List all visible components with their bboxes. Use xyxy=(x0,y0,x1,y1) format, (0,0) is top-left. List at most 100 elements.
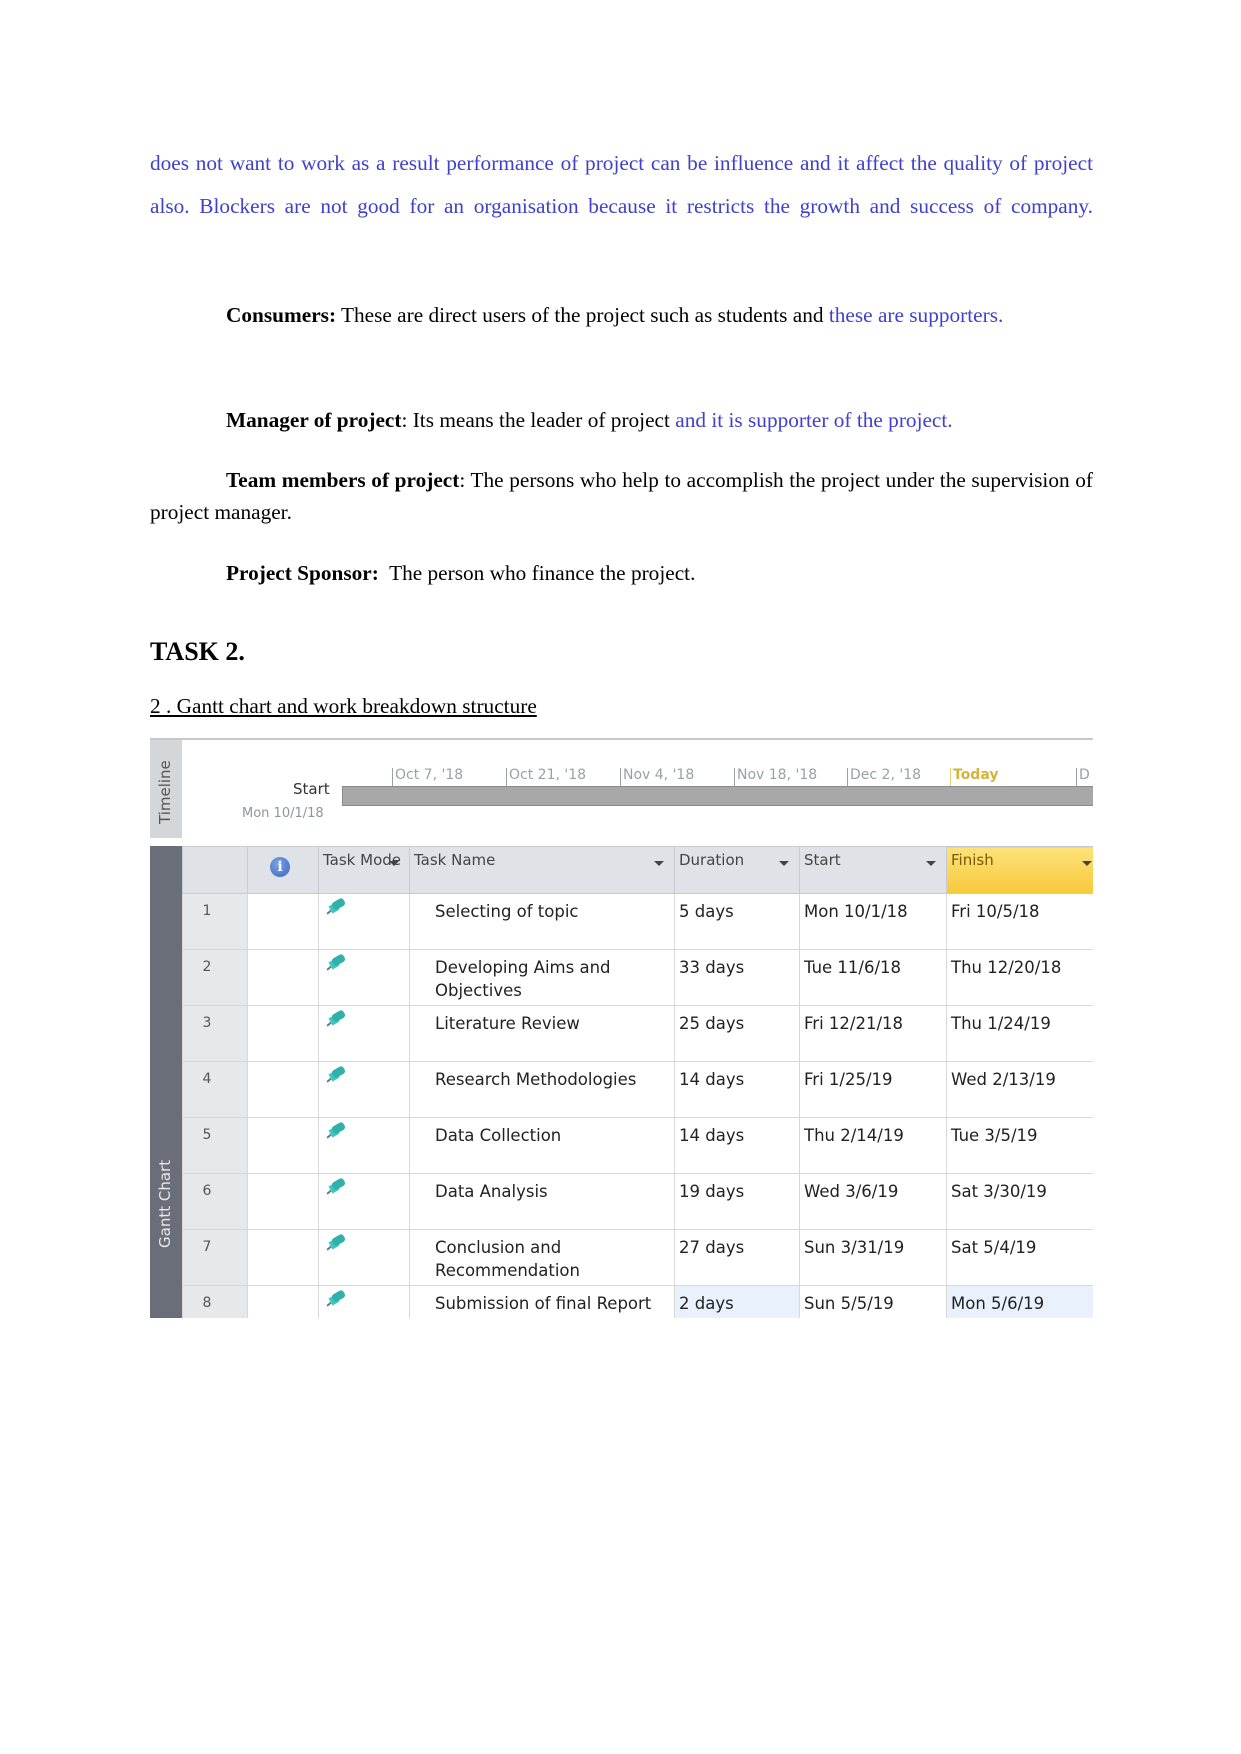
paragraph-team: Team members of project: The persons who… xyxy=(150,464,1093,528)
row-number[interactable]: 8 xyxy=(182,1285,248,1318)
column-label: Start xyxy=(804,851,841,869)
pushpin-icon xyxy=(325,897,347,918)
table-row[interactable]: 1 Selecting of topic 5 days Mon 10/1/18 … xyxy=(182,893,1093,950)
timeline-tick: Nov 18, '18 xyxy=(734,768,817,786)
start-cell[interactable]: Thu 2/14/19 xyxy=(799,1117,947,1174)
task-name-header[interactable]: Task Name xyxy=(409,846,675,894)
task-mode-cell[interactable] xyxy=(318,1285,410,1318)
table-row[interactable]: 2 Developing Aims and Objectives 33 days… xyxy=(182,949,1093,1006)
task-mode-cell[interactable] xyxy=(318,1173,410,1230)
row-number[interactable]: 4 xyxy=(182,1061,248,1118)
table-row[interactable]: 8 Submission of final Report 2 days Sun … xyxy=(182,1285,1093,1318)
task-name-cell[interactable]: Data Collection xyxy=(409,1117,675,1174)
info-icon: i xyxy=(270,857,290,877)
finish-cell[interactable]: Thu 12/20/18 xyxy=(946,949,1093,1006)
finish-cell[interactable]: Sat 3/30/19 xyxy=(946,1173,1093,1230)
timeline-side-label: Timeline xyxy=(156,760,174,824)
indicator-cell[interactable] xyxy=(247,1117,319,1174)
highlight-text: and it is supporter of the project. xyxy=(675,408,953,432)
finish-header[interactable]: Finish xyxy=(946,846,1093,894)
duration-cell[interactable]: 14 days xyxy=(674,1117,800,1174)
table-row[interactable]: 3 Literature Review 25 days Fri 12/21/18… xyxy=(182,1005,1093,1062)
table-row[interactable]: 7 Conclusion and Recommendation 27 days … xyxy=(182,1229,1093,1286)
timeline-start-label: Start xyxy=(293,780,330,798)
paragraph-consumers: Consumers: These are direct users of the… xyxy=(150,294,1093,337)
chevron-down-icon[interactable] xyxy=(926,861,936,866)
start-header[interactable]: Start xyxy=(799,846,947,894)
chevron-down-icon[interactable] xyxy=(389,861,399,866)
finish-cell[interactable]: Wed 2/13/19 xyxy=(946,1061,1093,1118)
duration-header[interactable]: Duration xyxy=(674,846,800,894)
table-row[interactable]: 4 Research Methodologies 14 days Fri 1/2… xyxy=(182,1061,1093,1118)
timeline-tick: Nov 4, '18 xyxy=(620,768,694,786)
finish-cell[interactable]: Thu 1/24/19 xyxy=(946,1005,1093,1062)
timeline-today-marker: Today xyxy=(950,768,998,786)
gantt-grid: Gantt Chart i Task Mode Task Name Durati… xyxy=(150,846,1093,1318)
chevron-down-icon[interactable] xyxy=(654,861,664,866)
indicator-cell[interactable] xyxy=(247,1229,319,1286)
pushpin-icon xyxy=(325,1065,347,1086)
indicator-cell[interactable] xyxy=(247,1285,319,1318)
start-cell[interactable]: Sun 3/31/19 xyxy=(799,1229,947,1286)
timeline-tick: Oct 21, '18 xyxy=(506,768,586,786)
start-cell[interactable]: Mon 10/1/18 xyxy=(799,893,947,950)
task-mode-cell[interactable] xyxy=(318,949,410,1006)
row-number[interactable]: 1 xyxy=(182,893,248,950)
row-number[interactable]: 5 xyxy=(182,1117,248,1174)
task-name-cell[interactable]: Selecting of topic xyxy=(409,893,675,950)
task-name-cell[interactable]: Data Analysis xyxy=(409,1173,675,1230)
task-name-cell[interactable]: Conclusion and Recommendation xyxy=(409,1229,675,1286)
indicator-cell[interactable] xyxy=(247,1061,319,1118)
duration-cell[interactable]: 2 days xyxy=(674,1285,800,1318)
term-consumers: Consumers: xyxy=(226,303,337,327)
task-mode-cell[interactable] xyxy=(318,1229,410,1286)
finish-cell[interactable]: Fri 10/5/18 xyxy=(946,893,1093,950)
row-number[interactable]: 6 xyxy=(182,1173,248,1230)
table-row[interactable]: 6 Data Analysis 19 days Wed 3/6/19 Sat 3… xyxy=(182,1173,1093,1230)
start-cell[interactable]: Sun 5/5/19 xyxy=(799,1285,947,1318)
duration-cell[interactable]: 14 days xyxy=(674,1061,800,1118)
task-name-cell[interactable]: Literature Review xyxy=(409,1005,675,1062)
duration-cell[interactable]: 27 days xyxy=(674,1229,800,1286)
task-mode-cell[interactable] xyxy=(318,1005,410,1062)
task-mode-cell[interactable] xyxy=(318,1117,410,1174)
table-row[interactable]: 5 Data Collection 14 days Thu 2/14/19 Tu… xyxy=(182,1117,1093,1174)
indicators-header[interactable]: i xyxy=(247,846,319,894)
finish-cell[interactable]: Mon 5/6/19 xyxy=(946,1285,1093,1318)
task-mode-header[interactable]: Task Mode xyxy=(318,846,410,894)
gantt-side-bar: Gantt Chart xyxy=(150,846,182,1318)
start-cell[interactable]: Fri 1/25/19 xyxy=(799,1061,947,1118)
start-cell[interactable]: Wed 3/6/19 xyxy=(799,1173,947,1230)
row-number-header[interactable] xyxy=(182,846,248,894)
task-name-cell[interactable]: Developing Aims and Objectives xyxy=(409,949,675,1006)
chevron-down-icon[interactable] xyxy=(1082,861,1092,866)
finish-cell[interactable]: Sat 5/4/19 xyxy=(946,1229,1093,1286)
timeline-side-bar: Timeline xyxy=(150,740,182,840)
definition-text: These are direct users of the project su… xyxy=(336,303,829,327)
start-cell[interactable]: Tue 11/6/18 xyxy=(799,949,947,1006)
indicator-cell[interactable] xyxy=(247,1005,319,1062)
chevron-down-icon[interactable] xyxy=(779,861,789,866)
finish-cell[interactable]: Tue 3/5/19 xyxy=(946,1117,1093,1174)
row-number[interactable]: 3 xyxy=(182,1005,248,1062)
pushpin-icon xyxy=(325,953,347,974)
row-number[interactable]: 7 xyxy=(182,1229,248,1286)
start-cell[interactable]: Fri 12/21/18 xyxy=(799,1005,947,1062)
timeline-tick: D xyxy=(1076,768,1090,786)
duration-cell[interactable]: 5 days xyxy=(674,893,800,950)
task-mode-cell[interactable] xyxy=(318,1061,410,1118)
indicator-cell[interactable] xyxy=(247,893,319,950)
column-label: Finish xyxy=(951,851,994,869)
gantt-side-label: Gantt Chart xyxy=(156,1159,174,1248)
duration-cell[interactable]: 25 days xyxy=(674,1005,800,1062)
task-mode-cell[interactable] xyxy=(318,893,410,950)
indicator-cell[interactable] xyxy=(247,1173,319,1230)
task-name-cell[interactable]: Submission of final Report xyxy=(409,1285,675,1318)
row-number[interactable]: 2 xyxy=(182,949,248,1006)
duration-cell[interactable]: 19 days xyxy=(674,1173,800,1230)
task-name-cell[interactable]: Research Methodologies xyxy=(409,1061,675,1118)
duration-cell[interactable]: 33 days xyxy=(674,949,800,1006)
term-team: Team members of project xyxy=(226,468,460,492)
indicator-cell[interactable] xyxy=(247,949,319,1006)
timeline-bar[interactable] xyxy=(342,786,1093,806)
